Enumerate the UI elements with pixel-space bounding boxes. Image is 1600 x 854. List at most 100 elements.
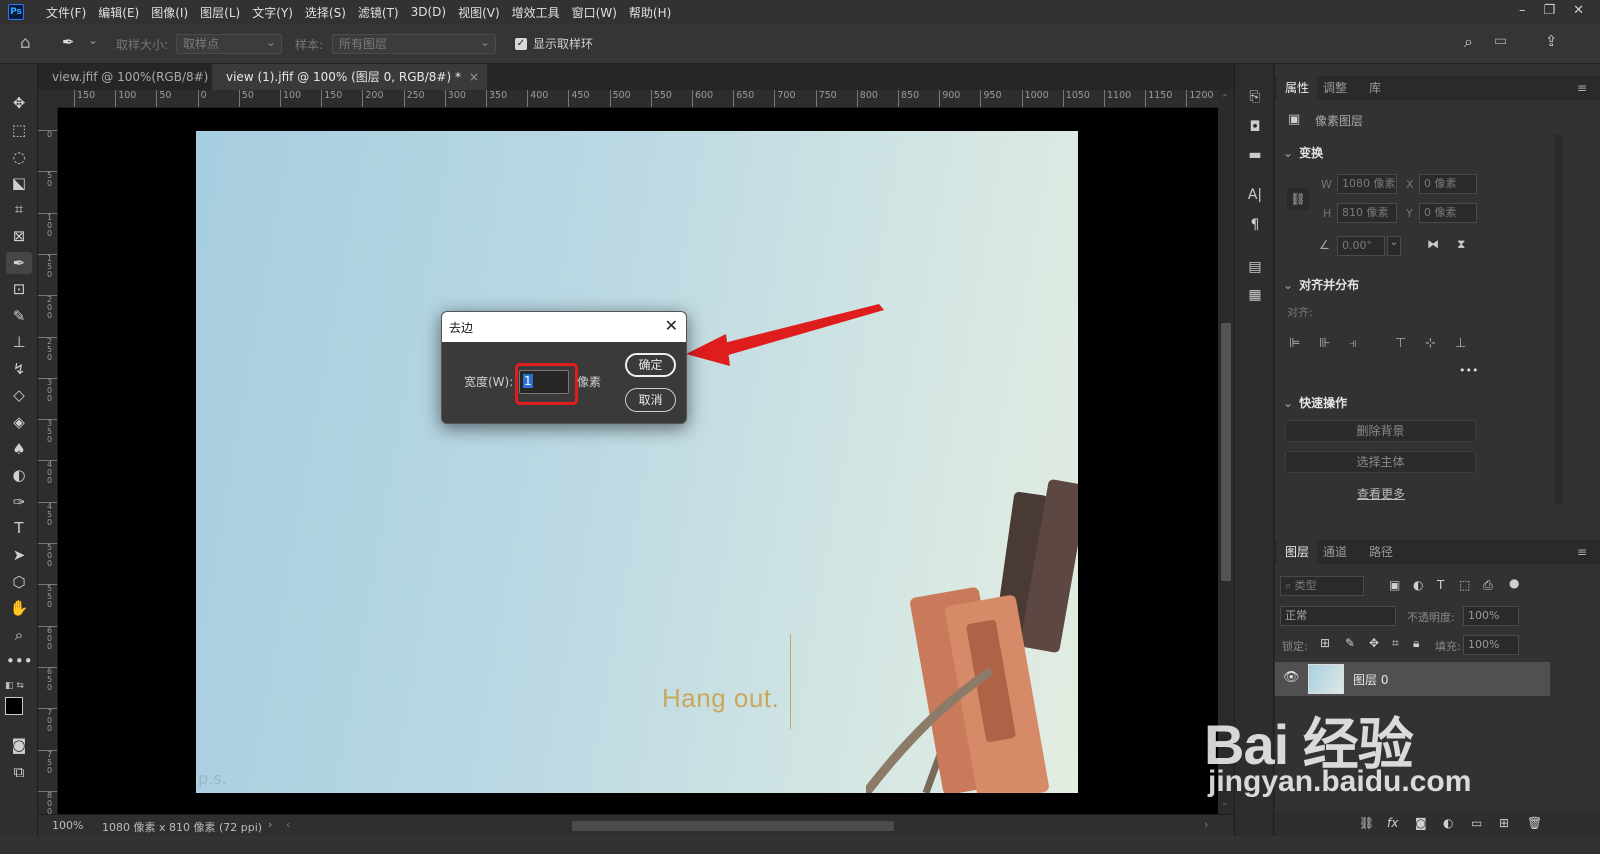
close-icon[interactable]: × [469,70,479,84]
flip-horizontal-icon[interactable]: ⧓ [1427,237,1439,251]
menu-view[interactable]: 视图(V) [458,4,500,21]
filter-shape-icon[interactable]: ⬚ [1459,578,1470,592]
add-mask-icon[interactable]: ◙ [1415,816,1427,830]
shape-tool-icon[interactable]: ⬡ [6,571,32,593]
horizontal-scroll-thumb[interactable] [572,821,894,831]
filter-type-icon[interactable]: T [1437,578,1444,592]
status-menu-arrow[interactable]: › [268,818,272,831]
adjustment-layer-icon[interactable]: ◐ [1443,816,1453,830]
history-brush-tool-icon[interactable]: ↯ [6,358,32,380]
quick-actions-section-title[interactable]: 快速操作 [1283,394,1347,411]
scroll-down-icon[interactable]: ⌄ [1221,798,1229,808]
new-group-icon[interactable]: ▭ [1471,816,1482,830]
zoom-level[interactable]: 100% [52,819,83,832]
lock-transparent-icon[interactable]: ⊞ [1320,636,1330,650]
blend-mode-select[interactable]: 正常 [1280,606,1396,626]
y-field[interactable]: 0 像素 [1419,203,1477,223]
path-select-tool-icon[interactable]: ➤ [6,544,32,566]
search-icon[interactable]: ⌕ [1464,32,1473,52]
menu-help[interactable]: 帮助(H) [629,4,671,21]
align-left-icon[interactable]: ⊫ [1289,336,1300,351]
properties-scrollbar[interactable] [1554,134,1562,504]
spot-heal-tool-icon[interactable]: ⊡ [6,278,32,300]
tab-channels[interactable]: 通道 [1323,540,1347,564]
eyedropper-tool-preset-icon[interactable]: ✒ [62,33,75,51]
layer-name[interactable]: 图层 0 [1353,671,1388,688]
menu-plugins[interactable]: 增效工具 [512,4,560,21]
crop-tool-icon[interactable]: ⌗ [6,198,32,220]
align-bottom-icon[interactable]: ⊥ [1455,336,1466,351]
paint-bucket-tool-icon[interactable]: ◈ [6,411,32,433]
w-field[interactable]: 1080 像素 [1337,174,1397,194]
foreground-color-swatch[interactable] [5,697,23,715]
panel-menu-icon[interactable]: ≡ [1577,540,1587,564]
document-image[interactable]: Hang out. p.s. [196,131,1078,793]
align-hcenter-icon[interactable]: ⊪ [1319,336,1330,351]
marquee-tool-icon[interactable]: ⬚ [6,119,32,141]
comments-panel-icon[interactable]: ▬ [1244,144,1266,166]
canvas-area[interactable]: Hang out. p.s. [58,108,1218,814]
more-tools-icon[interactable]: ••• [6,650,33,672]
align-top-icon[interactable]: ⊤ [1395,336,1406,351]
dodge-tool-icon[interactable]: ◐ [6,464,32,486]
home-icon[interactable]: ⌂ [20,33,31,53]
align-section-title[interactable]: 对齐并分布 [1283,276,1359,293]
filter-adjustment-icon[interactable]: ◐ [1413,578,1423,592]
menu-window[interactable]: 窗口(W) [572,4,617,21]
opacity-field[interactable]: 100% [1463,606,1519,626]
show-ring-checkbox[interactable]: ✓ [515,38,527,50]
tab-view-jfif[interactable]: view.jfif @ 100%(RGB/8#)× [38,64,234,90]
history-panel-icon[interactable]: ⎘ [1244,86,1266,108]
tab-layers[interactable]: 图层 [1277,540,1318,564]
panel-menu-icon[interactable]: ≡ [1577,76,1587,100]
see-more-link[interactable]: 查看更多 [1357,485,1405,502]
scroll-up-icon[interactable]: ⌃ [1221,94,1229,104]
paragraph-panel-icon[interactable]: ¶ [1244,214,1266,236]
tab-properties[interactable]: 属性 [1277,76,1318,100]
type-tool-icon[interactable]: T [6,517,32,539]
notes-panel-icon[interactable]: ▦ [1244,284,1266,306]
link-layers-icon[interactable]: ⛓ [1359,816,1374,830]
tab-paths[interactable]: 路径 [1369,540,1393,564]
ok-button[interactable]: 确定 [625,353,676,377]
scroll-left-icon[interactable]: ‹ [286,818,290,831]
pen-tool-icon[interactable]: ✑ [6,491,32,513]
lock-position-icon[interactable]: ✥ [1369,636,1379,650]
angle-field[interactable]: 0.00° [1337,236,1385,256]
plugins-panel-icon[interactable]: ◘ [1244,116,1266,138]
new-layer-icon[interactable]: ⊞ [1499,816,1509,830]
align-right-icon[interactable]: ⫣ [1349,336,1357,351]
share-icon[interactable]: ⇪ [1545,32,1558,50]
menu-file[interactable]: 文件(F) [46,4,86,21]
frame-tool-icon[interactable]: ⊠ [6,225,32,247]
menu-layer[interactable]: 图层(L) [200,4,240,21]
default-colors-icon[interactable]: ◧ ⇆ [5,681,24,691]
transform-section-title[interactable]: 变换 [1283,144,1323,161]
eyedropper-tool-icon[interactable]: ✒ [6,252,32,274]
hand-tool-icon[interactable]: ✋ [6,597,32,619]
more-options-icon[interactable]: ••• [1459,364,1478,377]
screen-mode-icon[interactable]: ⧉ [6,761,32,783]
lock-image-icon[interactable]: ✎ [1345,636,1355,650]
eye-icon[interactable]: 👁︎ [1283,670,1300,685]
menu-image[interactable]: 图像(I) [151,4,188,21]
object-select-tool-icon[interactable]: ⬕ [6,172,32,194]
eraser-tool-icon[interactable]: ◇ [6,384,32,406]
blur-tool-icon[interactable]: ♠ [6,438,32,460]
select-subject-button[interactable]: 选择主体 [1285,451,1476,473]
menu-select[interactable]: 选择(S) [305,4,346,21]
link-icon[interactable]: ⛓ [1287,188,1309,210]
close-icon[interactable]: ✕ [665,316,678,335]
tab-libraries[interactable]: 库 [1369,76,1381,100]
filter-smart-object-icon[interactable]: ⎙ [1483,578,1493,593]
menu-filter[interactable]: 滤镜(T) [358,4,399,21]
lock-all-icon[interactable]: 🔒︎ [1413,636,1419,651]
remove-background-button[interactable]: 删除背景 [1285,420,1476,442]
restore-icon[interactable]: ❐ [1543,3,1555,18]
x-field[interactable]: 0 像素 [1419,174,1477,194]
menu-3d[interactable]: 3D(D) [411,5,446,19]
tab-adjustments[interactable]: 调整 [1323,76,1347,100]
cancel-button[interactable]: 取消 [625,388,676,412]
zoom-tool-icon[interactable]: ⌕ [6,624,32,646]
vertical-scroll-thumb[interactable] [1221,323,1231,581]
